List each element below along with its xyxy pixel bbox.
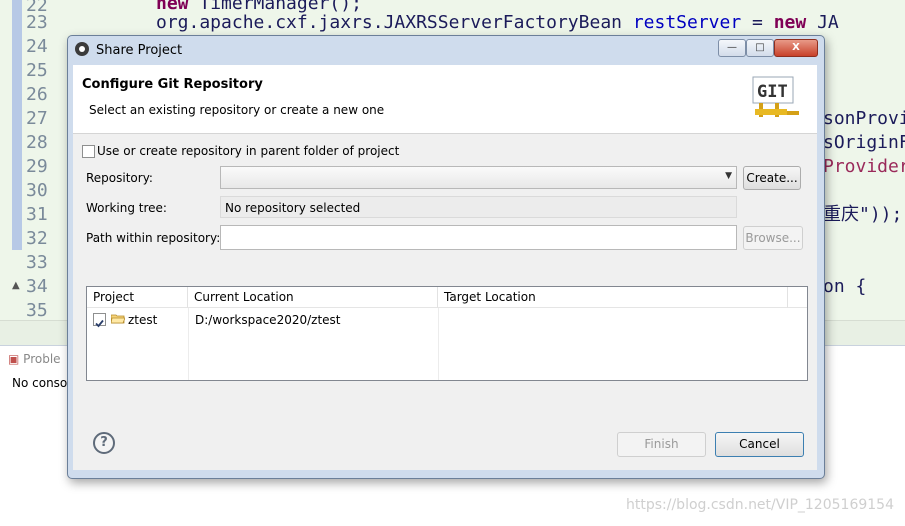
code-fragment: on {	[823, 276, 867, 297]
git-logo-icon: GIT	[752, 76, 799, 117]
fold-icon[interactable]: ▲	[12, 280, 20, 291]
wizard-description: Select an existing repository or create …	[89, 103, 385, 117]
line-number: 24	[26, 36, 48, 57]
line-number: 27	[26, 108, 48, 129]
current-location: D:/workspace2020/ztest	[195, 313, 341, 327]
line-number: 32	[26, 228, 48, 249]
project-row-checkbox[interactable]	[93, 313, 106, 328]
projects-table[interactable]: Project Current Location Target Location…	[86, 286, 808, 381]
code-fragment: 重庆"));	[823, 204, 903, 225]
column-header-target-location[interactable]: Target Location	[438, 287, 788, 308]
path-within-input[interactable]	[220, 225, 737, 250]
dialog-client-area: Configure Git Repository Select an exist…	[73, 65, 817, 470]
line-number: 26	[26, 84, 48, 105]
minimize-button[interactable]: —	[718, 39, 746, 57]
watermark: https://blog.csdn.net/VIP_1205169154	[626, 497, 894, 513]
code-fragment: Provider	[823, 156, 905, 177]
working-tree-field: No repository selected	[220, 196, 737, 218]
code-keyword: new	[773, 12, 807, 33]
working-tree-label: Working tree:	[86, 201, 167, 215]
maximize-button[interactable]: □	[746, 39, 774, 57]
problems-icon: ▣	[8, 352, 20, 366]
create-button[interactable]: Create...	[743, 166, 801, 190]
line-number: 25	[26, 60, 48, 81]
line-number: 33	[26, 252, 48, 273]
column-divider	[438, 308, 439, 380]
code-variable: restServer	[632, 12, 742, 33]
dialog-title: Share Project	[96, 43, 183, 58]
line-number: 28	[26, 132, 48, 153]
code-text: JA	[806, 12, 839, 33]
column-header-current-location[interactable]: Current Location	[188, 287, 438, 308]
line-number: 34	[26, 276, 48, 297]
line-number: 31	[26, 204, 48, 225]
path-within-label: Path within repository:	[86, 231, 221, 245]
wizard-title: Configure Git Repository	[82, 77, 263, 92]
repository-combo[interactable]: ▼	[220, 166, 737, 189]
project-name: ztest	[128, 313, 158, 327]
column-header-project[interactable]: Project	[87, 287, 188, 308]
working-tree-value: No repository selected	[225, 201, 361, 215]
code-line: org.apache.cxf.jaxrs.JAXRSServerFactoryB…	[156, 11, 839, 35]
line-number: 23	[26, 12, 48, 33]
line-number: 30	[26, 180, 48, 201]
repository-label: Repository:	[86, 171, 153, 185]
share-project-icon	[75, 42, 89, 56]
cancel-button[interactable]: Cancel	[715, 432, 804, 457]
use-parent-label: Use or create repository in parent folde…	[97, 144, 400, 158]
code-text: =	[741, 12, 774, 33]
problems-tab[interactable]: ▣ Proble	[8, 352, 61, 366]
console-message: No conso	[12, 376, 68, 390]
use-parent-checkbox[interactable]	[82, 145, 95, 158]
annotation-ruler	[12, 0, 22, 250]
combo-arrow-icon: ▼	[725, 171, 732, 181]
git-logo-text: GIT	[757, 82, 788, 102]
code-text: org.apache.cxf.jaxrs.JAXRSServerFactoryB…	[156, 12, 633, 33]
dialog-titlebar[interactable]: Share Project — □ X	[68, 36, 824, 64]
line-number: 29	[26, 156, 48, 177]
code-fragment: sOriginF	[823, 132, 905, 153]
code-fragment: sonProvi	[823, 108, 905, 129]
column-divider	[188, 308, 189, 380]
column-header-filler	[788, 287, 807, 308]
wizard-header: Configure Git Repository Select an exist…	[73, 65, 817, 134]
finish-button[interactable]: Finish	[617, 432, 706, 457]
folder-icon	[111, 314, 125, 324]
browse-button[interactable]: Browse...	[743, 226, 803, 250]
problems-tab-label: Proble	[23, 352, 61, 366]
checkmark-icon	[95, 319, 104, 328]
help-icon[interactable]: ?	[93, 432, 115, 454]
close-button[interactable]: X	[774, 39, 818, 57]
share-project-dialog: Share Project — □ X Configure Git Reposi…	[67, 35, 825, 479]
